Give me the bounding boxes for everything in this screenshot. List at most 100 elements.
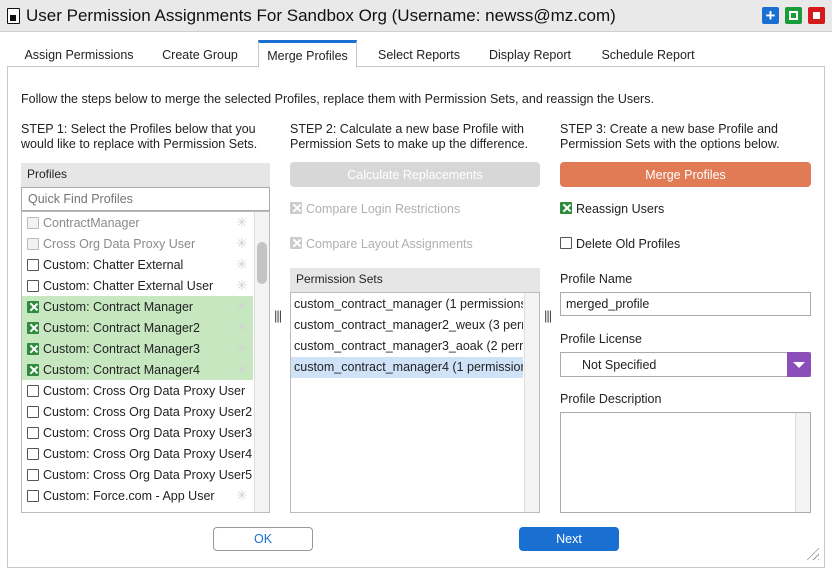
reassign-users-label: Reassign Users (576, 202, 665, 216)
profile-license-value: Not Specified (582, 358, 657, 372)
compare-login-label: Compare Login Restrictions (306, 202, 461, 216)
profile-row[interactable]: Custom: Cross Org Data Proxy User (22, 380, 253, 401)
profile-checkbox[interactable] (27, 448, 39, 460)
profile-row[interactable]: ContractManager ✳ (22, 212, 253, 233)
gear-icon[interactable]: ✳ (236, 277, 248, 294)
profile-row[interactable]: Custom: Force.com - App User ✳ (22, 485, 253, 506)
step2-heading-line1: STEP 2: Calculate a new base Profile wit… (290, 122, 524, 136)
profile-row[interactable]: Custom: Cross Org Data Proxy User2 (22, 401, 253, 422)
profile-label: Custom: Contract Manager (43, 300, 194, 314)
profile-checkbox[interactable] (27, 259, 39, 271)
profile-name-label: Profile Name (560, 272, 633, 286)
profile-checkbox[interactable] (27, 469, 39, 481)
next-button[interactable]: Next (519, 527, 619, 551)
profile-label: Custom: Contract Manager4 (43, 363, 201, 377)
profile-checkbox[interactable] (27, 385, 39, 397)
profile-checkbox[interactable] (27, 238, 39, 250)
gear-icon[interactable]: ✳ (236, 487, 248, 504)
step3-heading-line2: Permission Sets with the options below. (560, 137, 780, 151)
compare-login-checkbox[interactable] (290, 202, 302, 214)
profiles-scroll-thumb[interactable] (257, 242, 267, 284)
permission-sets-scrollbar[interactable] (524, 293, 539, 512)
permission-set-row[interactable]: custom_contract_manager2_weux (3 permiss… (291, 315, 523, 336)
quick-find-profiles-input[interactable] (21, 187, 270, 211)
profile-description-label: Profile Description (560, 392, 662, 406)
profile-license-label: Profile License (560, 332, 642, 346)
profile-row[interactable]: Custom: Contract Manager3 ✳ (22, 338, 253, 359)
tab-create-group[interactable]: Create Group (150, 42, 250, 67)
tab-assign-permissions[interactable]: Assign Permissions (14, 42, 144, 67)
gear-icon[interactable]: ✳ (236, 235, 248, 252)
license-dropdown-button[interactable] (787, 352, 811, 377)
profile-row[interactable]: Cross Org Data Proxy User ✳ (22, 233, 253, 254)
maximize-button[interactable] (785, 7, 802, 24)
profile-label: ContractManager (43, 216, 140, 230)
merge-profiles-button[interactable]: Merge Profiles (560, 162, 811, 187)
close-button[interactable] (808, 7, 825, 24)
profile-checkbox[interactable] (27, 280, 39, 292)
step1-heading-line1: STEP 1: Select the Profiles below that y… (21, 122, 256, 136)
gear-icon[interactable]: ✳ (236, 256, 248, 273)
calculate-replacements-button[interactable]: Calculate Replacements (290, 162, 540, 187)
profile-label: Custom: Cross Org Data Proxy User3 (43, 426, 253, 440)
profile-label: Custom: Cross Org Data Proxy User (43, 384, 246, 398)
window-title: User Permission Assignments For Sandbox … (26, 6, 616, 25)
step3-heading-line1: STEP 3: Create a new base Profile and (560, 122, 778, 136)
profile-label: Custom: Cross Org Data Proxy User4 (43, 447, 253, 461)
compare-layout-label: Compare Layout Assignments (306, 237, 473, 251)
profile-row[interactable]: Custom: Cross Org Data Proxy User3 (22, 422, 253, 443)
profile-row[interactable]: Custom: Contract Manager2 ✳ (22, 317, 253, 338)
description-scrollbar[interactable] (795, 413, 810, 512)
reassign-users-checkbox[interactable] (560, 202, 572, 214)
gear-icon[interactable]: ✳ (236, 298, 248, 315)
profile-checkbox[interactable] (27, 406, 39, 418)
ok-button[interactable]: OK (213, 527, 313, 551)
permission-sets-list[interactable]: custom_contract_manager4 (1 permissions)… (290, 292, 540, 513)
step1-splitter-grip-icon[interactable]: ||| (274, 308, 282, 323)
profile-row[interactable]: Custom: Contract Manager4 ✳ (22, 359, 253, 380)
intro-text: Follow the steps below to merge the sele… (21, 92, 654, 106)
profile-checkbox[interactable] (27, 217, 39, 229)
profile-checkbox[interactable] (27, 364, 39, 376)
profiles-list[interactable]: Custom: Force.com - App User ✳ Custom: Cro… (21, 211, 270, 513)
tab-select-reports[interactable]: Select Reports (366, 42, 472, 67)
profile-checkbox[interactable] (27, 490, 39, 502)
profile-checkbox[interactable] (27, 343, 39, 355)
gear-icon[interactable]: ✳ (236, 340, 248, 357)
close-icon (813, 12, 820, 19)
profile-row[interactable]: Custom: Cross Org Data Proxy User4 (22, 443, 253, 464)
profile-label: Custom: Cross Org Data Proxy User2 (43, 405, 253, 419)
permission-set-row[interactable]: custom_contract_manager3_aoak (2 permiss… (291, 336, 523, 357)
gear-icon[interactable]: ✳ (236, 214, 248, 231)
profile-row[interactable]: Custom: Contract Manager ✳ (22, 296, 253, 317)
profile-row[interactable]: Custom: Chatter External ✳ (22, 254, 253, 275)
profile-row[interactable]: Custom: Chatter External User ✳ (22, 275, 253, 296)
profile-name-input[interactable] (560, 292, 811, 316)
profile-label: Custom: Contract Manager2 (43, 321, 201, 335)
permission-set-row[interactable]: custom_contract_manager (1 permissions) (291, 294, 523, 315)
profile-description-textarea[interactable] (560, 412, 811, 513)
profile-label: Custom: Contract Manager3 (43, 342, 201, 356)
step2-splitter-grip-icon[interactable]: ||| (544, 308, 552, 323)
step2-heading-line2: Permission Sets to make up the differenc… (290, 137, 529, 151)
permission-set-row[interactable]: custom_contract_manager4 (1 permissions) (291, 357, 523, 378)
delete-old-profiles-checkbox[interactable] (560, 237, 572, 249)
add-window-button[interactable]: + (762, 7, 779, 24)
profile-row[interactable]: Custom: Cross Org Data Proxy User5 (22, 464, 253, 485)
compare-layout-checkbox[interactable] (290, 237, 302, 249)
profile-checkbox[interactable] (27, 427, 39, 439)
profile-checkbox[interactable] (27, 301, 39, 313)
permission-sets-panel-header: Permission Sets (290, 268, 540, 292)
step1-heading-line2: would like to replace with Permission Se… (21, 137, 258, 151)
tab-display-report[interactable]: Display Report (478, 42, 582, 67)
profile-label: Custom: Chatter External (43, 258, 184, 272)
profile-label: Cross Org Data Proxy User (43, 237, 196, 251)
tab-merge-profiles[interactable]: Merge Profiles (258, 40, 357, 68)
tab-schedule-report[interactable]: Schedule Report (590, 42, 706, 67)
profile-checkbox[interactable] (27, 322, 39, 334)
delete-old-profiles-label: Delete Old Profiles (576, 237, 681, 251)
document-icon (7, 8, 20, 24)
gear-icon[interactable]: ✳ (236, 319, 248, 336)
profile-license-select[interactable]: Not Specified (560, 352, 811, 377)
gear-icon[interactable]: ✳ (236, 361, 248, 378)
